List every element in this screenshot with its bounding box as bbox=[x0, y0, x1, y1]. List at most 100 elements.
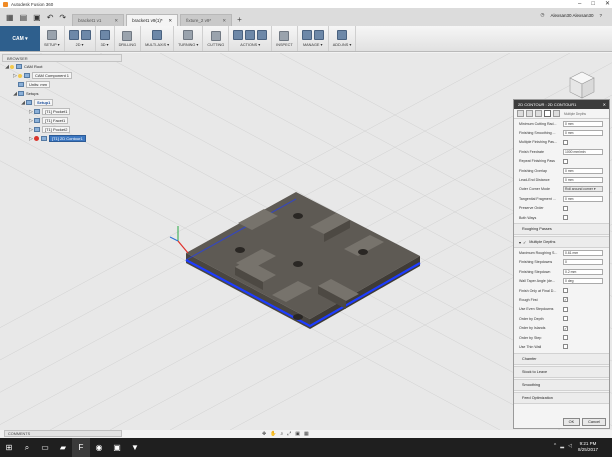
close-tab-icon[interactable]: ✕ bbox=[168, 18, 172, 24]
collapse-section-icon[interactable]: ▾ bbox=[519, 240, 521, 245]
param-dropdown[interactable]: Roll around corner ▾ bbox=[563, 186, 603, 193]
tree-item-2d-contour1[interactable]: ▷ [T1] 2D Contour1 bbox=[2, 134, 122, 143]
zoom-icon[interactable]: ⌕ bbox=[280, 431, 283, 437]
task-view-icon[interactable]: ▭ bbox=[36, 438, 54, 457]
section-collapsible[interactable]: Feed Optimization bbox=[514, 391, 609, 404]
section-collapsible[interactable]: Smoothing bbox=[514, 378, 609, 391]
visibility-bulb-icon[interactable] bbox=[18, 73, 22, 78]
tab-heights-icon[interactable] bbox=[535, 110, 542, 117]
param-input[interactable]: 0 mm bbox=[563, 195, 603, 202]
multiple-depths-checkbox[interactable]: ✓ bbox=[523, 240, 526, 245]
clock[interactable]: 9:21 PM 8/25/2017 bbox=[578, 441, 598, 453]
windows-start-icon[interactable]: ⊞ bbox=[0, 438, 18, 457]
section-collapsible[interactable]: Chamfer bbox=[514, 352, 609, 365]
undo-icon[interactable]: ↶ bbox=[47, 13, 54, 22]
grid-settings-icon[interactable]: ▦ bbox=[304, 431, 309, 437]
tree-item-component[interactable]: ▷ CAM Component 1 bbox=[2, 71, 122, 80]
photoshop-icon[interactable]: ▣ bbox=[108, 438, 126, 457]
browser-header[interactable]: BROWSER bbox=[2, 54, 122, 62]
file-menu-icon[interactable]: ▤ bbox=[20, 13, 28, 22]
job-status-icon[interactable]: ◷ bbox=[541, 12, 545, 18]
section-collapsible[interactable]: Stock to Leave bbox=[514, 365, 609, 378]
tree-item-setups[interactable]: ◢ Setups bbox=[2, 89, 122, 98]
actions-group[interactable]: ACTIONS ▾ bbox=[229, 26, 273, 51]
tab-linking-icon[interactable] bbox=[553, 110, 560, 117]
tray-expand-icon[interactable]: ^ bbox=[554, 443, 556, 449]
section-multiple-depths[interactable]: ▾ ✓ Multiple Depths bbox=[514, 236, 609, 249]
setup-group[interactable]: SETUP ▾ bbox=[40, 26, 65, 51]
tree-item-units[interactable]: Units: mm bbox=[2, 80, 122, 89]
inkscape-icon[interactable]: ▼ bbox=[126, 438, 144, 457]
param-input[interactable]: 0 mm bbox=[563, 177, 603, 184]
manage-group[interactable]: MANAGE ▾ bbox=[298, 26, 329, 51]
inspect-group[interactable]: INSPECT bbox=[272, 26, 298, 51]
param-input[interactable]: 1000 mm/min bbox=[563, 148, 603, 155]
search-icon[interactable]: ⌕ bbox=[18, 438, 36, 457]
help-icon[interactable]: ? bbox=[599, 13, 602, 18]
view-cube[interactable] bbox=[562, 64, 602, 104]
visibility-bulb-icon[interactable] bbox=[10, 64, 14, 69]
save-icon[interactable]: ▣ bbox=[33, 13, 41, 22]
param-checkbox[interactable]: ✓ bbox=[563, 325, 568, 331]
tab-tool-icon[interactable] bbox=[517, 110, 524, 117]
tree-item-pocket1[interactable]: ▷ [T1] Pocket1 bbox=[2, 107, 122, 116]
close-tab-icon[interactable]: ✕ bbox=[222, 18, 226, 24]
pan-icon[interactable]: ✋ bbox=[270, 431, 276, 437]
drilling-group[interactable]: DRILLING bbox=[115, 26, 142, 51]
param-input[interactable]: 0 mm bbox=[563, 130, 603, 137]
param-checkbox[interactable] bbox=[563, 288, 568, 294]
maximize-button[interactable]: □ bbox=[591, 0, 595, 8]
tree-item-setup1[interactable]: ◢ Setup1 bbox=[2, 98, 122, 107]
multi-axis-group[interactable]: MULTI-AXIS ▾ bbox=[141, 26, 175, 51]
volume-icon[interactable]: ◁ bbox=[568, 443, 572, 449]
param-checkbox[interactable] bbox=[563, 316, 568, 322]
param-input[interactable]: 0 bbox=[563, 259, 603, 266]
param-input[interactable]: 0 deg bbox=[563, 278, 603, 285]
redo-icon[interactable]: ↷ bbox=[59, 13, 66, 22]
tab-fixture2-v9[interactable]: fixture_2 v9* ✕ bbox=[180, 14, 233, 26]
cutting-group[interactable]: CUTTING bbox=[203, 26, 230, 51]
close-window-button[interactable]: ✕ bbox=[605, 0, 610, 8]
param-checkbox[interactable] bbox=[563, 335, 568, 340]
orbit-icon[interactable]: ✥ bbox=[262, 431, 266, 437]
param-checkbox[interactable] bbox=[563, 306, 568, 312]
param-checkbox[interactable]: ✓ bbox=[563, 297, 568, 303]
minimize-button[interactable]: – bbox=[578, 0, 581, 8]
fit-icon[interactable]: ⤢ bbox=[287, 431, 291, 437]
workspace-switcher[interactable]: CAM ▾ bbox=[0, 26, 40, 51]
tree-item-cam-root[interactable]: ◢ CAM Root bbox=[2, 62, 122, 71]
comments-panel[interactable]: COMMENTS bbox=[4, 430, 122, 437]
tab-geometry-icon[interactable] bbox=[526, 110, 533, 117]
3d-group[interactable]: 3D ▾ bbox=[96, 26, 115, 51]
ok-button[interactable]: OK bbox=[562, 418, 581, 426]
tree-item-facet1[interactable]: ▷ [T1] Facet1 bbox=[2, 116, 122, 125]
param-checkbox[interactable] bbox=[563, 205, 568, 211]
param-input[interactable]: 0 mm bbox=[563, 167, 603, 174]
tab-passes-icon[interactable] bbox=[544, 110, 551, 117]
param-checkbox[interactable] bbox=[563, 215, 568, 221]
display-settings-icon[interactable]: ▣ bbox=[295, 431, 300, 437]
param-input[interactable]: 0.61 mm bbox=[563, 249, 603, 256]
file-explorer-icon[interactable]: ▰ bbox=[54, 438, 72, 457]
new-tab-button[interactable]: + bbox=[237, 14, 242, 26]
chrome-icon[interactable]: ◉ bbox=[90, 438, 108, 457]
grid-menu-icon[interactable]: ▦ bbox=[6, 13, 14, 22]
cancel-button[interactable]: Cancel bbox=[582, 418, 606, 426]
network-icon[interactable]: ▂ bbox=[560, 443, 564, 449]
2d-group[interactable]: 2D ▾ bbox=[65, 26, 96, 51]
tab-bracket1-v1[interactable]: bracket1 v1 ✕ bbox=[72, 14, 125, 26]
tree-item-pocket2[interactable]: ▷ [T1] Pocket2 bbox=[2, 125, 122, 134]
param-input[interactable]: 0.2 mm bbox=[563, 268, 603, 275]
close-tab-icon[interactable]: ✕ bbox=[114, 18, 118, 24]
part-model[interactable] bbox=[185, 192, 421, 329]
fusion-taskbar-icon[interactable]: F bbox=[72, 438, 90, 457]
add-ins-group[interactable]: ADD-INS ▾ bbox=[329, 26, 357, 51]
param-checkbox[interactable] bbox=[563, 139, 568, 145]
tab-bracket1-v9[interactable]: bracket1 v9(1)* ✕ bbox=[126, 14, 179, 26]
param-input[interactable]: 0 mm bbox=[563, 120, 603, 127]
turning-group[interactable]: TURNING ▾ bbox=[174, 26, 204, 51]
param-checkbox[interactable] bbox=[563, 344, 568, 350]
section-roughing-passes[interactable]: Roughing Passes bbox=[514, 223, 609, 236]
param-checkbox[interactable] bbox=[563, 158, 568, 164]
user-name[interactable]: Alexsan30 Alexsan30 bbox=[550, 13, 593, 18]
